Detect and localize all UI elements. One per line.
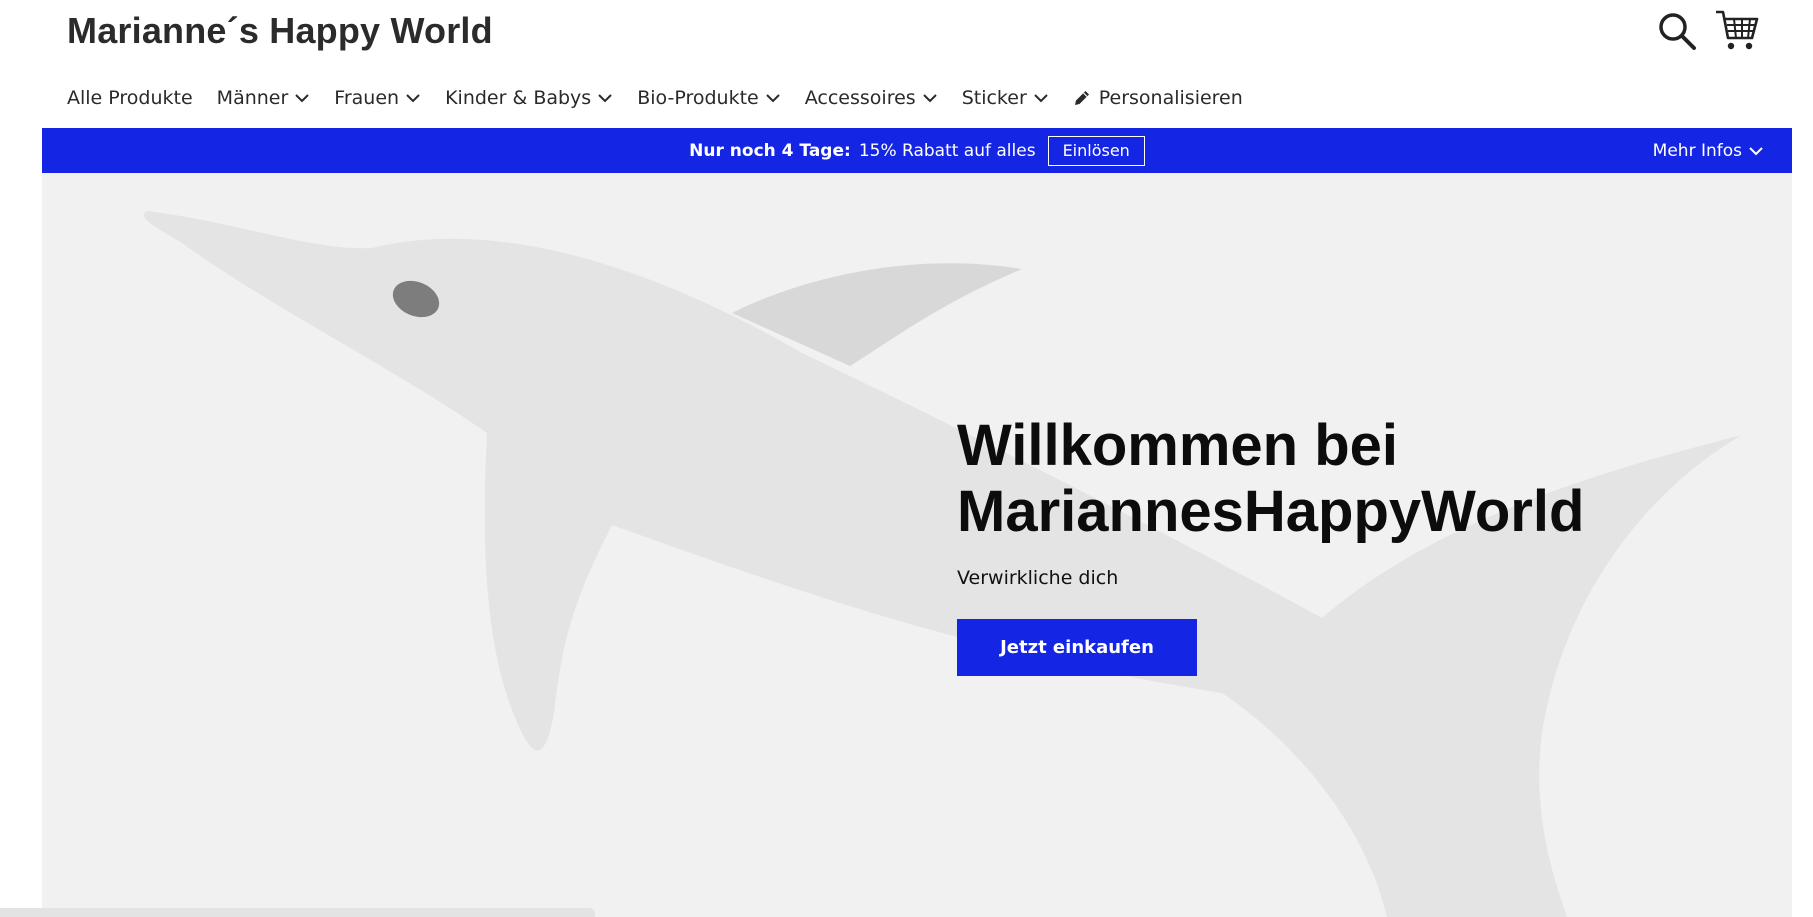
hero-title-line-1: Willkommen bei [957,413,1399,478]
promo-countdown: Nur noch 4 Tage: [689,140,851,161]
nav-item-kinder-babys[interactable]: Kinder & Babys [445,87,613,109]
chevron-down-icon [766,94,780,103]
pencil-icon [1074,91,1089,105]
nav-item-label: Accessoires [804,87,916,109]
nav-item-label: Sticker [961,87,1027,109]
hero-content: Willkommen bei MariannesHappyWorld Verwi… [957,413,1757,676]
hero-title-line-2: MariannesHappyWorld [957,479,1585,544]
more-info-label: Mehr Infos [1652,140,1742,161]
main-navigation: Alle Produkte Männer Frauen Kinder & Bab… [67,78,1243,118]
hero-subtitle: Verwirkliche dich [957,567,1119,589]
site-logo[interactable]: Marianne´s Happy World [67,10,493,52]
nav-item-label: Kinder & Babys [445,87,592,109]
chevron-down-icon [598,94,612,103]
horizontal-scrollbar[interactable] [0,908,595,917]
nav-item-alle-produkte[interactable]: Alle Produkte [67,87,193,109]
chevron-down-icon [1749,146,1763,155]
nav-item-sticker[interactable]: Sticker [962,87,1049,109]
chevron-down-icon [922,94,937,103]
hero-title: Willkommen bei MariannesHappyWorld [957,413,1757,545]
nav-item-accessoires[interactable]: Accessoires [805,87,938,109]
nav-item-label: Bio-Produkte [637,87,759,109]
more-info-toggle[interactable]: Mehr Infos [1653,128,1764,173]
promo-offer: 15% Rabatt auf alles [858,140,1036,161]
cart-icon[interactable] [1714,8,1760,52]
nav-item-label: Frauen [334,87,400,109]
nav-item-bio-produkte[interactable]: Bio-Produkte [637,87,781,109]
promo-banner: Nur noch 4 Tage: 15% Rabatt auf alles Ei… [42,128,1792,173]
redeem-button[interactable]: Einlösen [1047,135,1145,166]
chevron-down-icon [295,94,310,103]
promo-message: Nur noch 4 Tage: 15% Rabatt auf alles Ei… [42,128,1792,173]
chevron-down-icon [1034,94,1048,103]
site-header: Marianne´s Happy World [0,0,1813,70]
nav-item-frauen[interactable]: Frauen [334,87,421,109]
nav-item-personalisieren[interactable]: Personalisieren [1073,87,1243,109]
nav-item-label: Alle Produkte [67,87,193,109]
nav-item-label: Personalisieren [1098,87,1243,109]
nav-item-label: Männer [216,87,289,109]
search-icon[interactable] [1656,10,1698,52]
nav-item-maenner[interactable]: Männer [217,87,311,109]
hero-section: Willkommen bei MariannesHappyWorld Verwi… [42,173,1792,917]
chevron-down-icon [406,94,420,103]
shop-now-button[interactable]: Jetzt einkaufen [957,619,1197,676]
